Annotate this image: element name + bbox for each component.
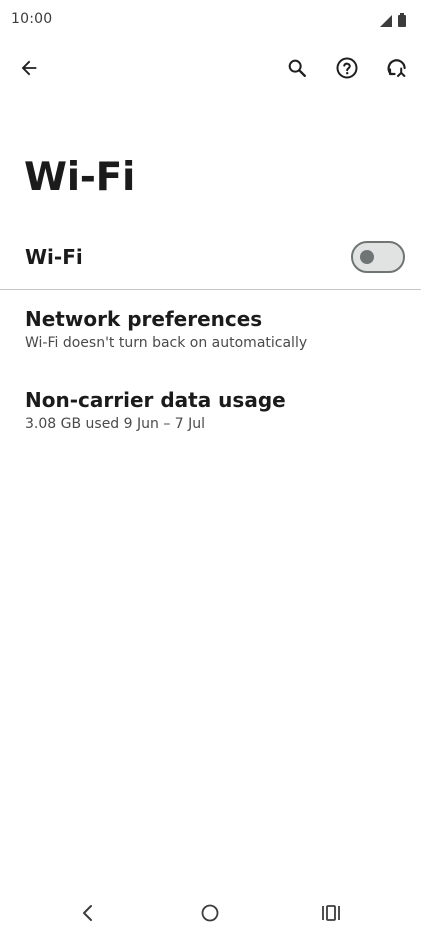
wifi-switch-knob: [360, 250, 374, 264]
search-icon: [286, 57, 308, 83]
divider: [0, 289, 421, 290]
navigation-bar: [0, 890, 421, 940]
status-time: 10:00: [11, 11, 53, 27]
nav-back-button[interactable]: [58, 890, 118, 940]
back-button[interactable]: [5, 44, 53, 96]
wifi-toggle-label: Wi-Fi: [25, 245, 83, 269]
help-button[interactable]: [323, 44, 371, 96]
nav-back-icon: [80, 904, 96, 926]
non-carrier-data-usage-title: Non-carrier data usage: [25, 388, 286, 412]
toolbar: [0, 44, 421, 96]
network-preferences-summary: Wi-Fi doesn't turn back on automatically: [25, 335, 308, 351]
non-carrier-data-usage-item[interactable]: Non-carrier data usage 3.08 GB used 9 Ju…: [0, 388, 421, 460]
page-title: Wi-Fi: [24, 155, 136, 200]
signal-icon: [380, 12, 392, 31]
status-icons: [380, 12, 407, 31]
network-preferences-item[interactable]: Network preferences Wi-Fi doesn't turn b…: [0, 307, 421, 379]
nav-recents-button[interactable]: [301, 890, 361, 940]
refresh-button[interactable]: [373, 44, 421, 96]
status-bar: 10:00: [0, 0, 421, 40]
search-button[interactable]: [273, 44, 321, 96]
non-carrier-data-usage-summary: 3.08 GB used 9 Jun – 7 Jul: [25, 416, 206, 432]
help-icon: [335, 56, 359, 84]
wifi-switch[interactable]: [351, 241, 405, 273]
nav-home-icon: [200, 903, 220, 927]
nav-recents-icon: [321, 904, 341, 926]
refresh-icon: [385, 56, 409, 84]
network-preferences-title: Network preferences: [25, 307, 263, 331]
nav-home-button[interactable]: [180, 890, 240, 940]
back-arrow-icon: [18, 57, 40, 83]
battery-icon: [397, 12, 407, 31]
wifi-toggle-row[interactable]: Wi-Fi: [0, 226, 421, 290]
